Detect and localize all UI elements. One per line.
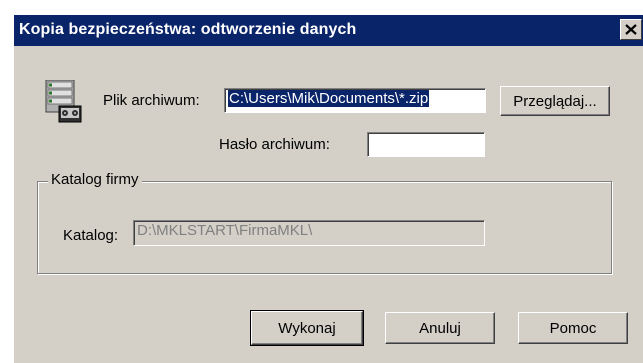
window-title: Kopia bezpieczeństwa: odtworzenie danych	[19, 21, 357, 38]
close-button[interactable]	[620, 19, 642, 40]
left-background	[1, 0, 14, 363]
cancel-button-label: Anuluj	[419, 319, 461, 337]
archive-file-label: Plik archiwum:	[103, 92, 200, 109]
browse-button[interactable]: Przeglądaj...	[500, 86, 610, 116]
execute-button-label: Wykonaj	[278, 319, 336, 337]
close-icon	[625, 24, 637, 35]
archive-file-value: C:\Users\Mik\Documents\*.zip	[228, 90, 430, 107]
archive-password-label: Hasło archiwum:	[219, 136, 330, 153]
help-button-label: Pomoc	[549, 319, 597, 337]
cancel-button[interactable]: Anuluj	[385, 312, 495, 344]
archive-password-input[interactable]	[367, 132, 485, 157]
directory-value: D:\MKLSTART\FirmaMKL\	[137, 222, 313, 239]
browse-button-label: Przeglądaj...	[513, 92, 597, 110]
dialog-window: Kopia bezpieczeństwa: odtworzenie danych…	[0, 0, 643, 363]
archive-tape-icon	[45, 80, 82, 123]
directory-input: D:\MKLSTART\FirmaMKL\	[133, 220, 485, 246]
help-button[interactable]: Pomoc	[518, 312, 628, 344]
title-bar[interactable]: Kopia bezpieczeństwa: odtworzenie danych	[14, 15, 643, 46]
execute-button[interactable]: Wykonaj	[250, 310, 364, 346]
archive-file-input[interactable]: C:\Users\Mik\Documents\*.zip	[224, 88, 486, 113]
company-directory-legend: Katalog firmy	[48, 171, 142, 188]
directory-label: Katalog:	[63, 227, 119, 244]
top-background	[1, 0, 643, 15]
